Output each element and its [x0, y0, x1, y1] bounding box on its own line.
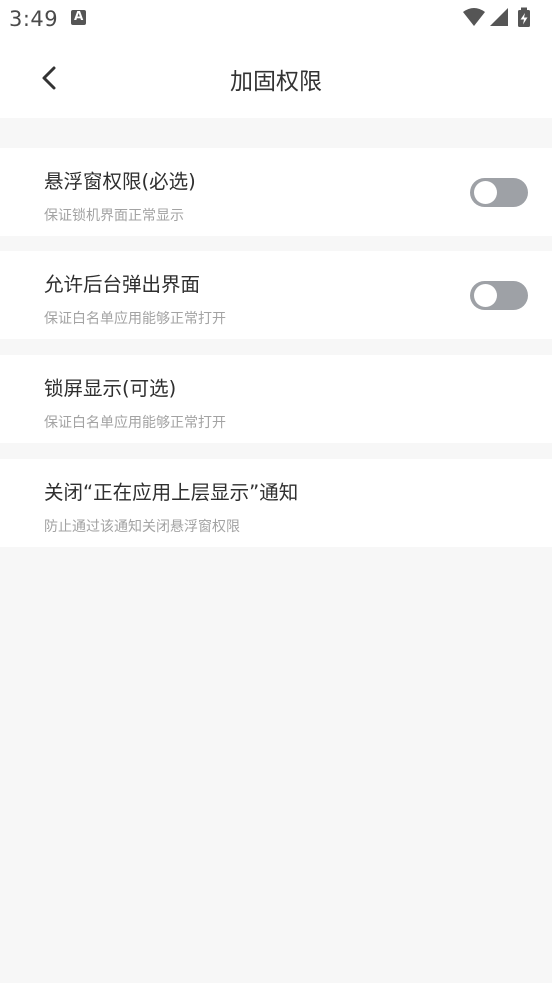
text-a-icon — [71, 9, 86, 25]
setting-title: 关闭“正在应用上层显示”通知 — [44, 481, 299, 504]
status-icons — [462, 7, 544, 29]
battery-charging-icon — [518, 7, 530, 27]
setting-subtitle: 保证白名单应用能够正常打开 — [44, 415, 226, 431]
toggle-knob — [474, 181, 497, 204]
setting-subtitle: 保证锁机界面正常显示 — [44, 208, 184, 224]
app-header: 加固权限 — [0, 38, 552, 118]
setting-close-overlay-notification[interactable]: 关闭“正在应用上层显示”通知 防止通过该通知关闭悬浮窗权限 — [0, 459, 552, 547]
status-time: 3:49 — [9, 7, 59, 31]
cell-signal-icon — [490, 8, 508, 26]
toggle-knob — [474, 284, 497, 307]
setting-subtitle: 防止通过该通知关闭悬浮窗权限 — [44, 519, 240, 535]
setting-background-popup[interactable]: 允许后台弹出界面 保证白名单应用能够正常打开 — [0, 251, 552, 339]
status-bar: 3:49 — [0, 0, 552, 38]
setting-title: 允许后台弹出界面 — [44, 273, 201, 296]
setting-title: 悬浮窗权限(必选) — [44, 170, 196, 193]
floating-window-toggle[interactable] — [470, 178, 528, 207]
setting-floating-window[interactable]: 悬浮窗权限(必选) 保证锁机界面正常显示 — [0, 148, 552, 236]
page-title: 加固权限 — [230, 69, 322, 95]
wifi-icon — [463, 8, 485, 26]
setting-subtitle: 保证白名单应用能够正常打开 — [44, 311, 226, 327]
setting-lockscreen-display[interactable]: 锁屏显示(可选) 保证白名单应用能够正常打开 — [0, 355, 552, 443]
setting-title: 锁屏显示(可选) — [44, 377, 177, 400]
background-popup-toggle[interactable] — [470, 281, 528, 310]
